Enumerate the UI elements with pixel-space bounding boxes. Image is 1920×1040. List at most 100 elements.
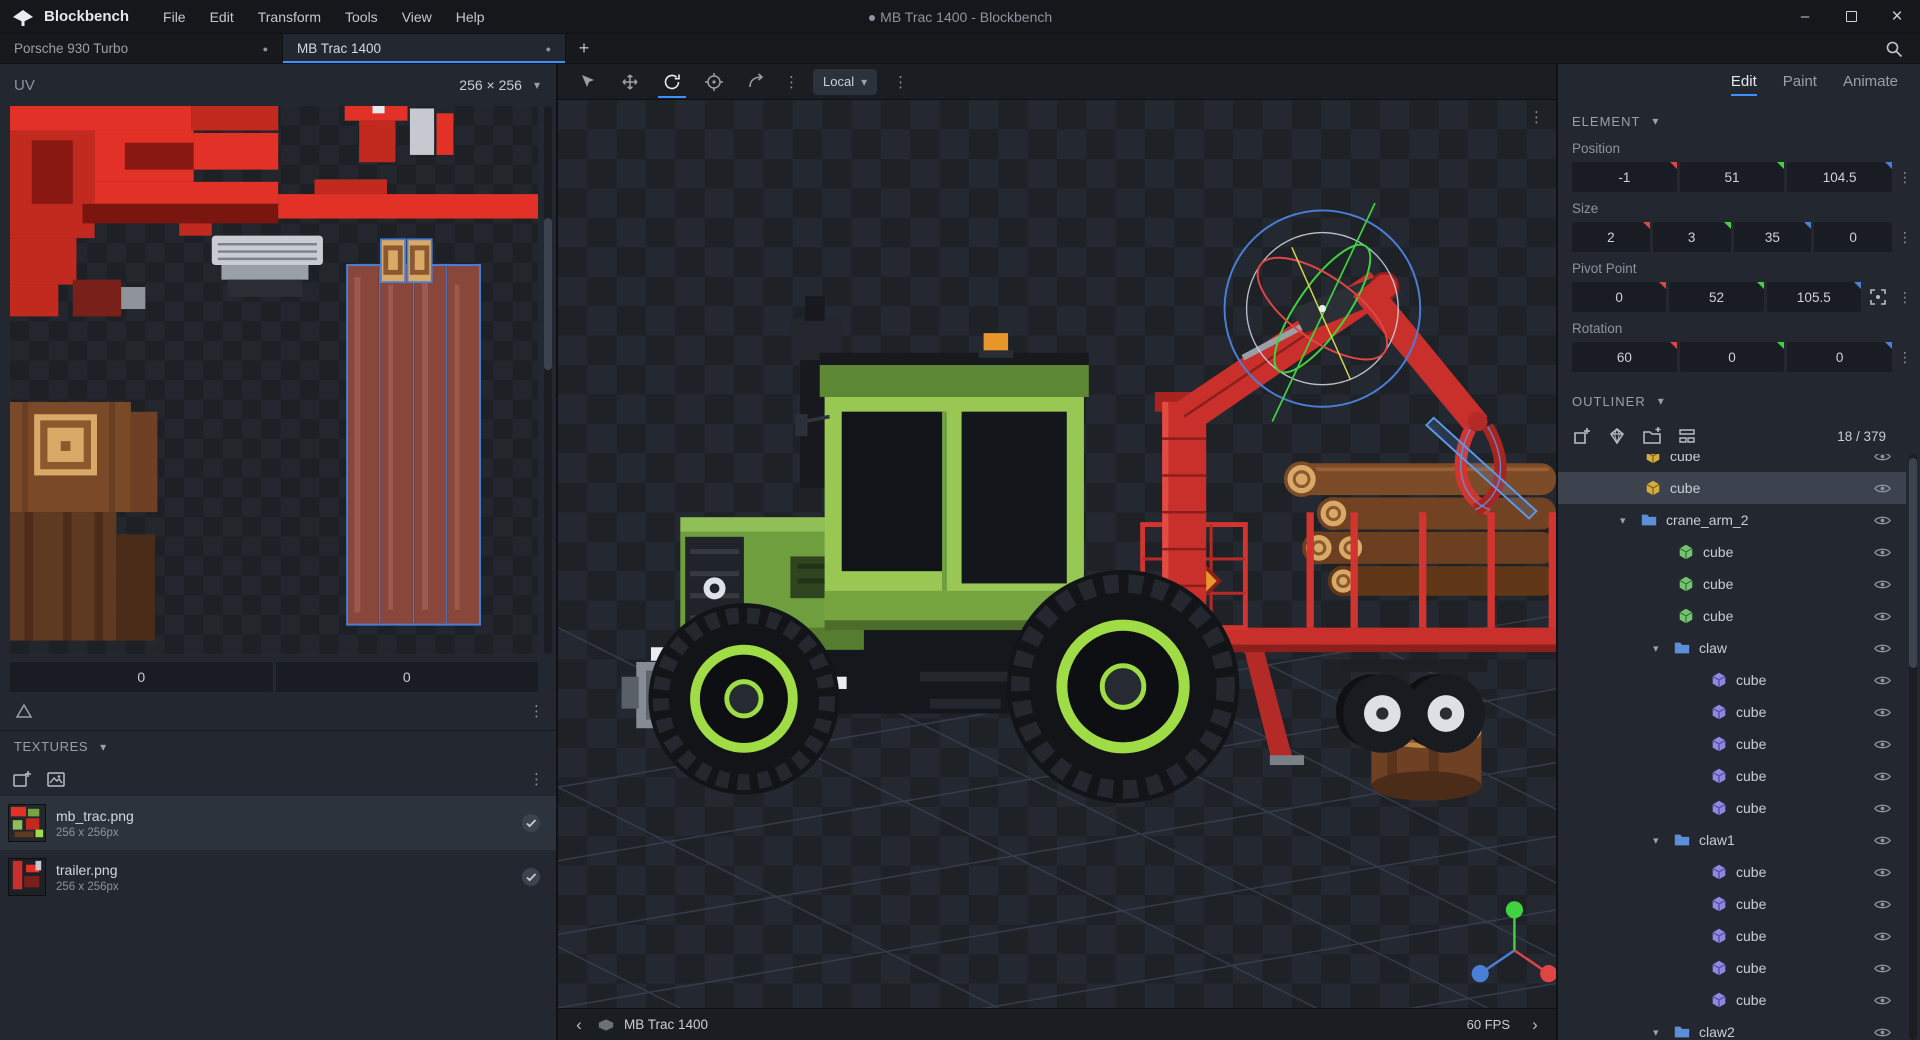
add-group-folder-icon[interactable]	[1642, 426, 1662, 446]
menu-file[interactable]: File	[151, 0, 198, 34]
outliner-cube-row[interactable]: cube	[1558, 696, 1906, 728]
chevron-down-icon[interactable]: ▾	[1620, 514, 1640, 527]
rotation-z-input[interactable]: 0	[1787, 342, 1892, 372]
uv-scrollbar-thumb[interactable]	[544, 218, 552, 370]
uv-offset-x-input[interactable]: 0	[10, 662, 273, 692]
prev-view-arrow[interactable]: ‹	[570, 1015, 588, 1035]
visibility-eye-icon[interactable]	[1873, 959, 1892, 978]
rotation-x-input[interactable]: 60	[1572, 342, 1677, 372]
outliner-scrollbar-thumb[interactable]	[1909, 458, 1917, 668]
outliner-cube-row[interactable]: cube	[1558, 728, 1906, 760]
visibility-eye-icon[interactable]	[1873, 799, 1892, 818]
outliner-cube-row[interactable]: cube	[1558, 600, 1906, 632]
visibility-eye-icon[interactable]	[1873, 511, 1892, 530]
outliner-cube-row[interactable]: cube	[1558, 760, 1906, 792]
outliner-cube-row[interactable]: cube	[1558, 856, 1906, 888]
rotate-tool-button[interactable]	[654, 67, 690, 97]
uv-editor-canvas[interactable]	[10, 106, 538, 654]
position-z-input[interactable]: 104.5	[1787, 162, 1892, 192]
outliner-cube-row[interactable]: cube	[1558, 888, 1906, 920]
size-x-input[interactable]: 2	[1572, 222, 1650, 252]
position-x-input[interactable]: -1	[1572, 162, 1677, 192]
outliner-cube-row[interactable]: cube	[1558, 664, 1906, 696]
outliner-group-row[interactable]: ▾crane_arm_2	[1558, 504, 1906, 536]
move-tool-button[interactable]	[612, 67, 648, 97]
tab-animate[interactable]: Animate	[1843, 73, 1898, 96]
uv-scrollbar[interactable]	[544, 106, 552, 654]
visibility-eye-icon[interactable]	[1873, 991, 1892, 1010]
uv-offset-y-input[interactable]: 0	[276, 662, 539, 692]
transform-space-dropdown[interactable]: Local ▾	[813, 69, 877, 95]
visibility-eye-icon[interactable]	[1873, 703, 1892, 722]
visibility-eye-icon[interactable]	[1873, 543, 1892, 562]
chevron-down-icon[interactable]: ▾	[1652, 114, 1659, 128]
kebab-menu-icon[interactable]: ⋮	[1898, 229, 1912, 246]
menu-tools[interactable]: Tools	[333, 0, 390, 34]
rotation-y-input[interactable]: 0	[1680, 342, 1785, 372]
tab-porsche-930-turbo[interactable]: Porsche 930 Turbo ●	[0, 34, 283, 63]
visibility-eye-icon[interactable]	[1873, 863, 1892, 882]
kebab-menu-icon[interactable]: ⋮	[784, 73, 799, 91]
menu-view[interactable]: View	[390, 0, 444, 34]
search-button[interactable]	[1884, 34, 1920, 63]
visibility-eye-icon[interactable]	[1873, 927, 1892, 946]
kebab-menu-icon[interactable]: ⋮	[1898, 289, 1912, 306]
chevron-down-icon[interactable]: ▾	[100, 740, 107, 754]
menu-transform[interactable]: Transform	[246, 0, 333, 34]
size-y-input[interactable]: 3	[1653, 222, 1731, 252]
chevron-down-icon[interactable]: ▾	[1653, 642, 1673, 655]
close-button[interactable]: ×	[1874, 0, 1920, 34]
visibility-eye-icon[interactable]	[1873, 895, 1892, 914]
chevron-down-icon[interactable]: ▾	[1658, 394, 1665, 408]
select-pivot-button[interactable]	[1864, 283, 1892, 311]
new-tab-button[interactable]: +	[566, 34, 602, 63]
menu-edit[interactable]: Edit	[198, 0, 246, 34]
pivot-y-input[interactable]: 52	[1669, 282, 1763, 312]
pivot-tool-button[interactable]	[696, 67, 732, 97]
import-texture-icon[interactable]	[12, 769, 32, 789]
tab-paint[interactable]: Paint	[1783, 73, 1817, 96]
gizmo-cursor-tool-button[interactable]	[570, 67, 606, 97]
outliner-cube-row[interactable]: cube	[1558, 792, 1906, 824]
outliner-cube-row[interactable]: cube	[1558, 568, 1906, 600]
maximize-button[interactable]	[1828, 0, 1874, 34]
triangle-toggle-icon[interactable]	[14, 701, 34, 721]
outliner-cube-row[interactable]: cube	[1558, 454, 1906, 472]
outliner-group-row[interactable]: ▾claw2	[1558, 1016, 1906, 1040]
outliner-group-row[interactable]: ▾claw1	[1558, 824, 1906, 856]
tab-mb-trac-1400[interactable]: MB Trac 1400 ●	[283, 34, 566, 63]
pivot-x-input[interactable]: 0	[1572, 282, 1666, 312]
size-z-input[interactable]: 35	[1734, 222, 1812, 252]
kebab-menu-icon[interactable]: ⋮	[529, 702, 544, 720]
visibility-eye-icon[interactable]	[1873, 607, 1892, 626]
visibility-eye-icon[interactable]	[1873, 735, 1892, 754]
menu-help[interactable]: Help	[444, 0, 497, 34]
visibility-eye-icon[interactable]	[1873, 454, 1892, 466]
visibility-eye-icon[interactable]	[1873, 575, 1892, 594]
texture-row-mb-trac[interactable]: mb_trac.png 256 x 256px	[0, 796, 556, 850]
visibility-eye-icon[interactable]	[1873, 767, 1892, 786]
texture-assigned-check-icon[interactable]	[520, 866, 542, 888]
chevron-down-icon[interactable]: ▾	[1653, 834, 1673, 847]
outliner-group-row[interactable]: ▾claw	[1558, 632, 1906, 664]
kebab-menu-icon[interactable]: ⋮	[893, 73, 908, 91]
kebab-menu-icon[interactable]: ⋮	[1529, 108, 1544, 126]
create-texture-icon[interactable]	[46, 769, 66, 789]
position-y-input[interactable]: 51	[1680, 162, 1785, 192]
viewport-3d-canvas[interactable]: ⋮	[558, 100, 1556, 1008]
kebab-menu-icon[interactable]: ⋮	[1898, 349, 1912, 366]
texture-assigned-check-icon[interactable]	[520, 812, 542, 834]
next-view-arrow[interactable]: ›	[1526, 1015, 1544, 1035]
visibility-eye-icon[interactable]	[1873, 639, 1892, 658]
visibility-eye-icon[interactable]	[1873, 671, 1892, 690]
outliner-cube-row[interactable]: cube	[1558, 984, 1906, 1016]
kebab-menu-icon[interactable]: ⋮	[529, 770, 544, 788]
chevron-down-icon[interactable]: ▾	[534, 78, 540, 92]
add-cube-icon[interactable]	[1572, 426, 1592, 446]
kebab-menu-icon[interactable]: ⋮	[1898, 169, 1912, 186]
vertex-snap-tool-button[interactable]	[738, 67, 774, 97]
pivot-z-input[interactable]: 105.5	[1767, 282, 1861, 312]
visibility-eye-icon[interactable]	[1873, 1023, 1892, 1040]
chevron-down-icon[interactable]: ▾	[1653, 1026, 1673, 1039]
visibility-eye-icon[interactable]	[1873, 479, 1892, 498]
